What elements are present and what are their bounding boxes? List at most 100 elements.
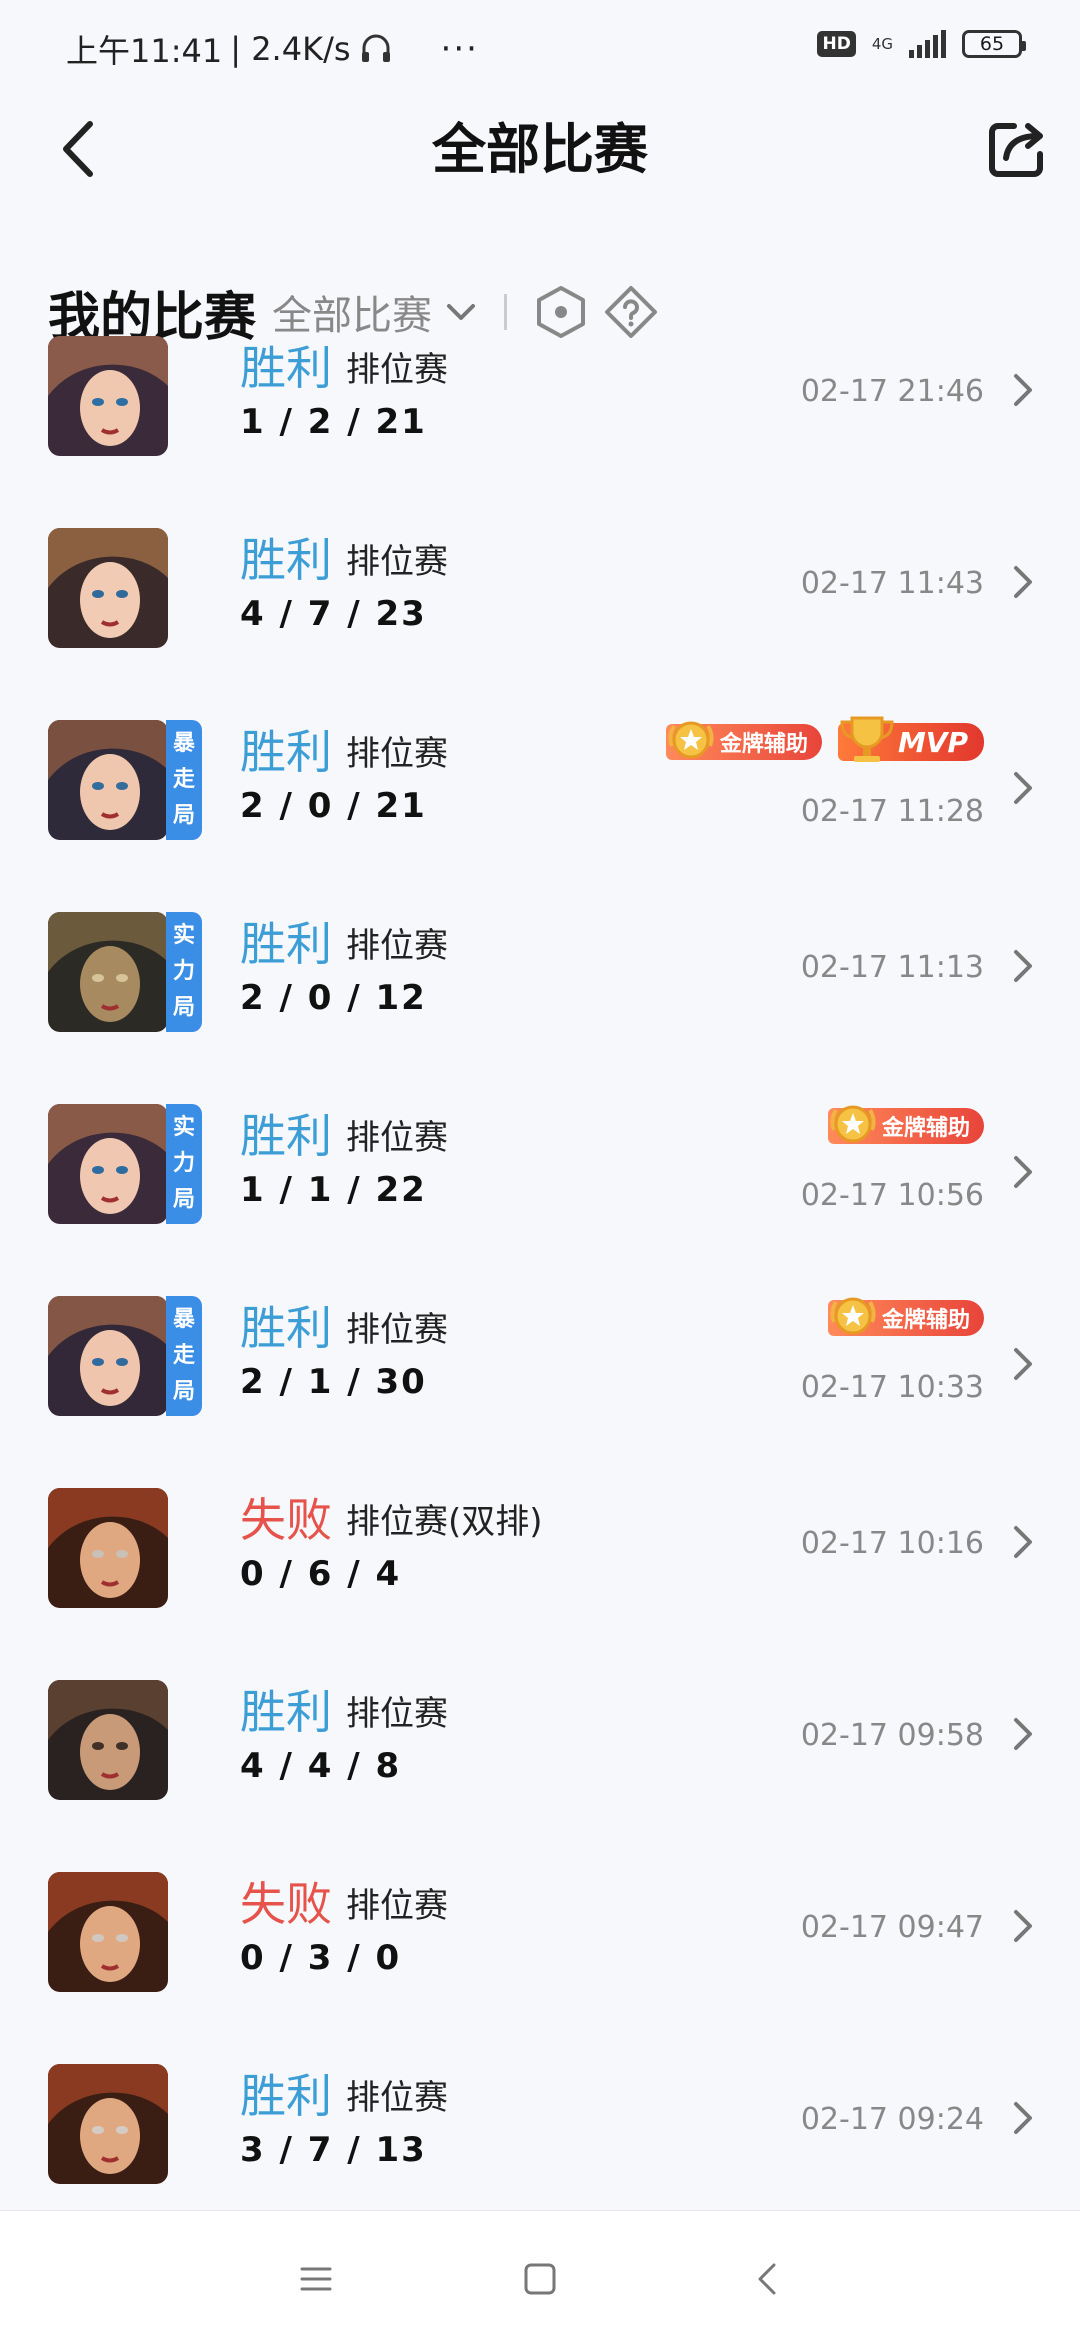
- chevron-right-icon: [1014, 2102, 1032, 2134]
- match-row[interactable]: 暴走局 胜利 排位赛 2 / 0 / 21 金牌辅助 MVP 02-17 11:28: [0, 710, 1080, 902]
- filter-divider: [504, 294, 508, 330]
- match-row[interactable]: 胜利 排位赛 3 / 7 / 13 02-17 09:24: [0, 2054, 1080, 2206]
- chevron-right-icon: [1014, 1348, 1032, 1380]
- mode-tag: 暴走局: [166, 1296, 202, 1416]
- home-square-icon[interactable]: [520, 2259, 560, 2299]
- hexagon-icon[interactable]: [533, 284, 589, 340]
- mode-tag-char: 局: [172, 995, 195, 1020]
- chevron-right-icon: [1014, 1526, 1032, 1558]
- gold-medal-icon: [830, 1105, 876, 1143]
- page-title: 全部比赛: [432, 118, 648, 181]
- match-time: 02-17 11:13: [800, 950, 984, 985]
- match-time: 02-17 09:58: [800, 1718, 984, 1753]
- chevron-right-icon: [1014, 1718, 1032, 1750]
- chevron-right-icon: [1014, 1910, 1032, 1942]
- match-time: 02-17 09:47: [800, 1910, 984, 1945]
- hero-avatar: [48, 1680, 168, 1800]
- hero-avatar: [48, 1872, 168, 1992]
- match-kda: 4 / 7 / 23: [240, 594, 427, 634]
- match-type: 排位赛: [346, 734, 448, 774]
- network-type: 4G: [871, 34, 893, 53]
- status-time: 上午11:41: [66, 32, 223, 70]
- match-row[interactable]: 胜利 排位赛 4 / 7 / 23 02-17 11:43: [0, 518, 1080, 710]
- match-time: 02-17 11:43: [800, 566, 984, 601]
- hero-avatar: [48, 1296, 168, 1416]
- match-type: 排位赛: [346, 1310, 448, 1350]
- match-list: 胜利 排位赛 1 / 2 / 21 02-17 21:46 胜利 排位赛 4 / 7 / 2…: [0, 336, 1080, 2206]
- hd-badge: HD: [817, 31, 856, 57]
- match-type: 排位赛: [346, 1886, 448, 1926]
- mvp-badge: MVP: [837, 716, 984, 764]
- status-bar: 上午11:41 | 2.4K/s ··· HD 4G 65: [0, 0, 1080, 96]
- signal-icon: [909, 30, 946, 58]
- match-result: 胜利: [240, 1685, 332, 1739]
- match-type: 排位赛: [346, 1118, 448, 1158]
- mode-tag-char: 走: [172, 767, 195, 792]
- match-badges: 金牌辅助 MVP: [665, 716, 984, 764]
- mode-tag-char: 力: [172, 1151, 195, 1176]
- match-row[interactable]: 失败 排位赛(双排) 0 / 6 / 4 02-17 10:16: [0, 1478, 1080, 1670]
- mode-tag-char: 力: [172, 959, 195, 984]
- mode-tag-char: 实: [172, 1115, 195, 1140]
- mode-tag-char: 局: [172, 1187, 195, 1212]
- match-badges: 金牌辅助: [827, 1104, 984, 1148]
- nav-bar: 全部比赛: [0, 100, 1080, 200]
- match-result: 胜利: [240, 2069, 332, 2123]
- match-kda: 1 / 1 / 22: [240, 1170, 427, 1210]
- gold-medal-icon: [830, 1297, 876, 1335]
- match-time: 02-17 10:16: [800, 1526, 984, 1561]
- mode-tag-char: 局: [172, 1379, 195, 1404]
- match-time: 02-17 10:33: [800, 1370, 984, 1405]
- mode-tag-char: 走: [172, 1343, 195, 1368]
- match-kda: 4 / 4 / 8: [240, 1746, 402, 1786]
- hero-avatar: [48, 336, 168, 456]
- match-kda: 0 / 6 / 4: [240, 1554, 402, 1594]
- mode-tag-char: 暴: [172, 1307, 195, 1332]
- chevron-down-icon: [447, 304, 476, 320]
- match-kda: 0 / 3 / 0: [240, 1938, 402, 1978]
- match-type: 排位赛: [346, 350, 448, 390]
- menu-icon[interactable]: [296, 2259, 336, 2299]
- status-left: 上午11:41 | 2.4K/s ···: [66, 26, 479, 72]
- match-kda: 3 / 7 / 13: [240, 2130, 427, 2170]
- system-nav-bar: [0, 2210, 1080, 2341]
- mode-tag: 实力局: [166, 1104, 202, 1224]
- hero-avatar: [48, 1488, 168, 1608]
- mode-tag-char: 暴: [172, 731, 195, 756]
- mode-tag-char: 局: [172, 803, 195, 828]
- chevron-right-icon: [1014, 374, 1032, 406]
- match-kda: 2 / 1 / 30: [240, 1362, 427, 1402]
- match-type: 排位赛: [346, 2078, 448, 2118]
- trophy-icon: [840, 716, 894, 762]
- match-kda: 1 / 2 / 21: [240, 402, 427, 442]
- match-result: 胜利: [240, 341, 332, 395]
- share-button[interactable]: [982, 114, 1052, 184]
- gold-medal-icon: [668, 721, 714, 759]
- gold-support-badge: 金牌辅助: [665, 720, 822, 764]
- hero-avatar: [48, 528, 168, 648]
- match-type: 排位赛: [346, 1694, 448, 1734]
- match-row[interactable]: 胜利 排位赛 1 / 2 / 21 02-17 21:46: [0, 336, 1080, 518]
- match-row[interactable]: 暴走局 胜利 排位赛 2 / 1 / 30 金牌辅助 02-17 10:33: [0, 1286, 1080, 1478]
- diamond-question-icon[interactable]: [603, 284, 659, 340]
- hero-avatar: [48, 912, 168, 1032]
- match-row[interactable]: 实力局 胜利 排位赛 1 / 1 / 22 金牌辅助 02-17 10:56: [0, 1094, 1080, 1286]
- nav-back-icon[interactable]: [748, 2259, 788, 2299]
- filter-selected-label: 全部比赛: [272, 293, 433, 339]
- match-kda: 2 / 0 / 21: [240, 786, 427, 826]
- hero-avatar: [48, 2064, 168, 2184]
- match-row[interactable]: 实力局 胜利 排位赛 2 / 0 / 12 02-17 11:13: [0, 902, 1080, 1094]
- match-row[interactable]: 胜利 排位赛 4 / 4 / 8 02-17 09:58: [0, 1670, 1080, 1862]
- mode-tag: 实力局: [166, 912, 202, 1032]
- match-time: 02-17 21:46: [800, 374, 984, 409]
- match-result: 胜利: [240, 533, 332, 587]
- match-kda: 2 / 0 / 12: [240, 978, 427, 1018]
- match-filter-dropdown[interactable]: 全部比赛: [272, 283, 478, 341]
- match-badges: 金牌辅助: [827, 1296, 984, 1340]
- gold-support-badge: 金牌辅助: [827, 1104, 984, 1148]
- match-result: 胜利: [240, 1301, 332, 1355]
- hero-avatar: [48, 720, 168, 840]
- match-result: 失败: [240, 1493, 332, 1547]
- battery-level: 65: [979, 33, 1005, 55]
- match-row[interactable]: 失败 排位赛 0 / 3 / 0 02-17 09:47: [0, 1862, 1080, 2054]
